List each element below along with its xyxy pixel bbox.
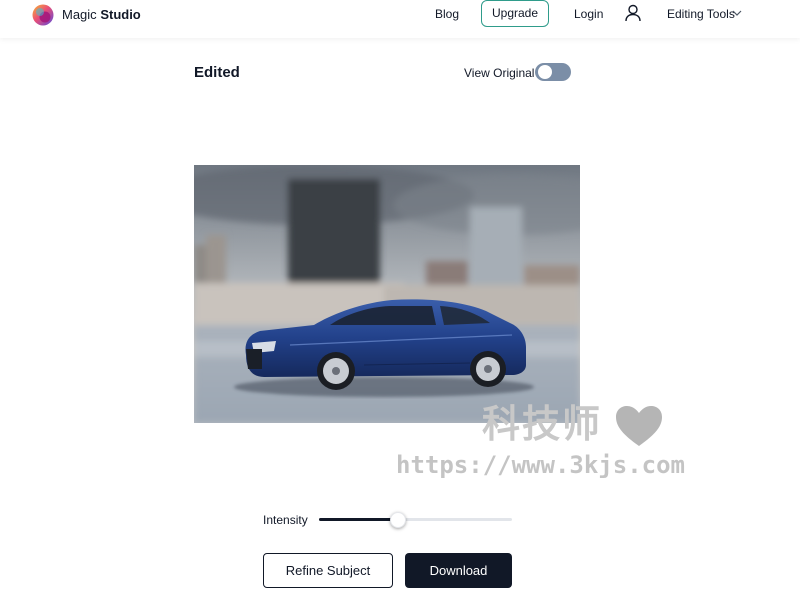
heart-icon xyxy=(616,406,662,446)
brand-name[interactable]: Magic Studio xyxy=(62,8,141,22)
slider-thumb[interactable] xyxy=(390,512,407,528)
brand-name-part1: Magic xyxy=(62,7,97,22)
magic-studio-logo-icon[interactable] xyxy=(32,4,54,26)
chevron-down-icon[interactable] xyxy=(731,9,743,17)
toggle-knob xyxy=(538,65,552,79)
slider-fill xyxy=(319,518,399,521)
view-original-label: View Original xyxy=(464,66,535,80)
nav-login-link[interactable]: Login xyxy=(574,7,603,21)
watermark-text: 科技师 xyxy=(482,402,603,446)
top-navbar: Magic Studio Blog Upgrade Login Editing … xyxy=(0,0,800,38)
edited-photo xyxy=(194,165,580,423)
intensity-slider[interactable] xyxy=(319,512,512,528)
nav-blog-link[interactable]: Blog xyxy=(435,7,459,21)
watermark-url: https://www.3kjs.com xyxy=(396,451,685,479)
page-title: Edited xyxy=(194,64,240,81)
upgrade-button[interactable]: Upgrade xyxy=(481,0,549,27)
brand-name-part2: Studio xyxy=(100,7,141,22)
download-button[interactable]: Download xyxy=(405,553,512,588)
intensity-label: Intensity xyxy=(263,513,308,527)
view-original-toggle[interactable] xyxy=(535,63,571,81)
refine-subject-button[interactable]: Refine Subject xyxy=(263,553,393,588)
user-icon[interactable] xyxy=(624,4,642,22)
editing-tools-menu[interactable]: Editing Tools xyxy=(667,7,735,21)
